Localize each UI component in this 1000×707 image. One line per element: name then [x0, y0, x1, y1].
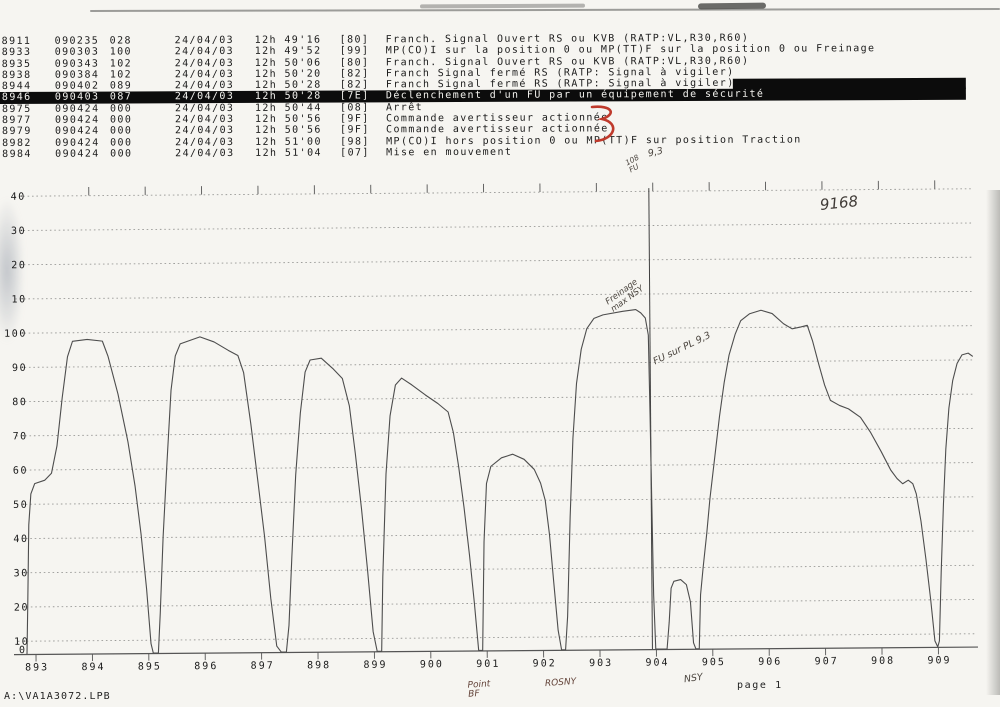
x-axis-tick-label: 900	[420, 659, 444, 670]
chart-gridline	[17, 497, 975, 505]
x-axis-tick-label: 901	[476, 659, 500, 670]
x-axis-tick-label: 907	[815, 656, 839, 667]
chart-gridline	[17, 531, 975, 539]
chart-gridline	[15, 326, 973, 334]
chart-gridline	[15, 291, 973, 299]
x-axis-tick-label: 893	[25, 662, 49, 673]
chart-gridline	[18, 634, 976, 642]
x-axis-tick-label: 908	[871, 656, 895, 667]
x-axis-tick-label: 902	[533, 658, 557, 669]
x-axis-tick-label: 903	[589, 658, 613, 669]
y-axis-tick-label: 10	[11, 294, 26, 305]
y-axis-tick-label: 40	[11, 192, 26, 203]
x-axis-tick-label: 906	[758, 657, 782, 668]
x-axis-tick-label: 896	[194, 661, 218, 672]
chart-gridline	[18, 600, 976, 608]
chart-gridline	[15, 257, 973, 265]
x-axis-tick-label: 909	[927, 655, 951, 666]
x-axis-tick-label: 898	[307, 660, 331, 671]
y-axis-tick-label: 30	[14, 568, 29, 579]
y-axis-tick-label: 30	[11, 226, 26, 237]
y-axis-tick-label: 20	[11, 260, 26, 271]
x-axis-tick-label: 904	[645, 657, 669, 668]
chart-gridline	[15, 223, 973, 231]
scanned-event-log-page: { "table": { "columns": ["event_id","cod…	[0, 0, 1000, 707]
note-point-bf: Point BF	[467, 680, 491, 700]
page-number-label: page 1	[737, 680, 783, 691]
y-axis-tick-label: 40	[13, 534, 28, 545]
x-axis-tick-label: 905	[702, 657, 726, 668]
chart-gridline	[17, 565, 975, 573]
x-axis-tick-label: 899	[363, 660, 387, 671]
chart-gridline	[17, 463, 975, 471]
y-axis-tick-label: 100	[4, 329, 27, 340]
y-axis-tick-label: 70	[13, 431, 28, 442]
x-axis-tick-label: 894	[81, 662, 105, 673]
file-path-label: A:\VA1A3072.LPB	[4, 691, 111, 702]
y-axis-tick-label: 90	[12, 363, 27, 374]
y-axis-tick-label: 20	[14, 602, 29, 613]
y-axis-tick-label: 50	[13, 500, 28, 511]
x-axis-tick-label: 895	[138, 661, 162, 672]
speed-distance-chart: 4030201010090807060504030201008938948958…	[0, 0, 1000, 707]
chart-gridline	[16, 428, 974, 436]
x-axis-tick-label: 897	[251, 661, 275, 672]
red-pen-brace	[586, 103, 630, 147]
y-axis-tick-label: 60	[13, 466, 28, 477]
chart-gridline	[16, 360, 974, 368]
speed-curve	[24, 307, 975, 654]
y-axis-tick-label: 80	[12, 397, 27, 408]
